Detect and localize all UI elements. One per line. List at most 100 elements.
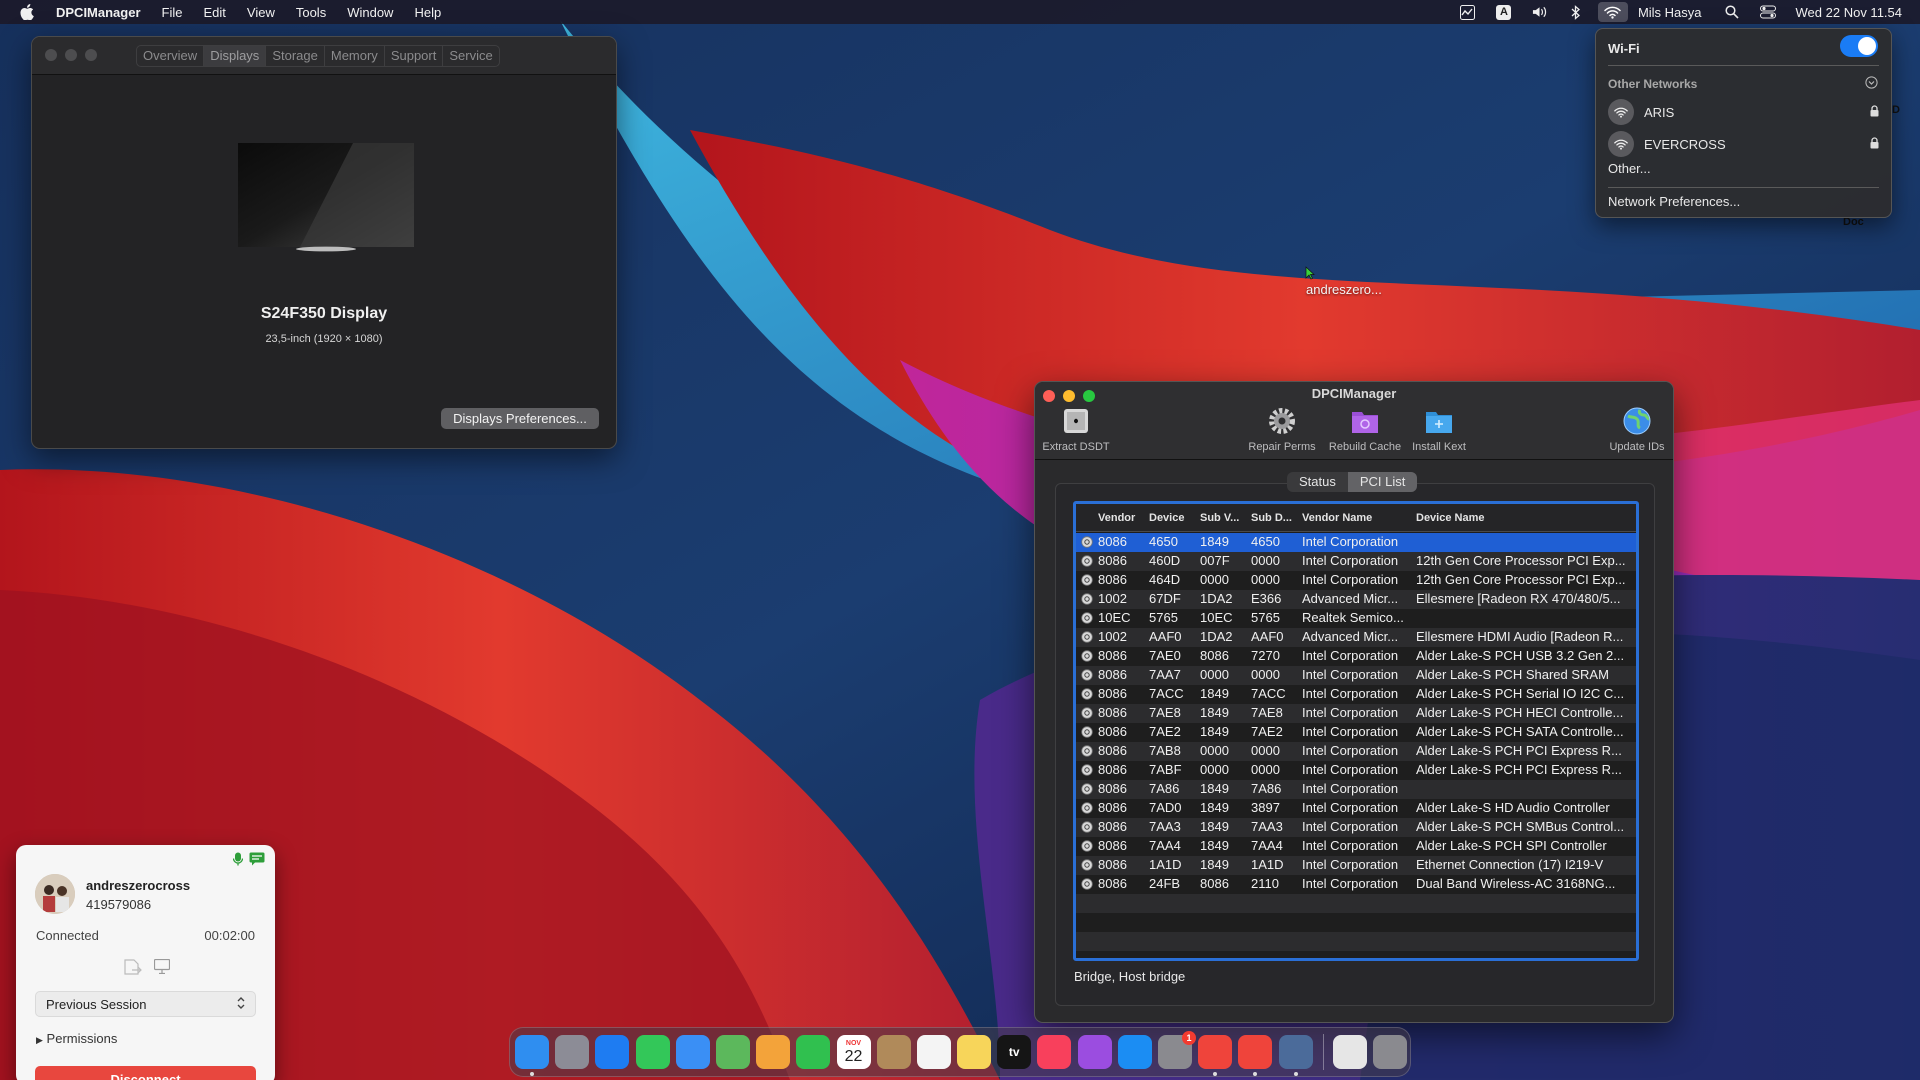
table-row[interactable]: 1002 67DF 1DA2 E366 Advanced Micr... Ellesmer… — [1076, 590, 1636, 609]
dock-icon-trash[interactable] — [1372, 1035, 1407, 1069]
column-header-device-name[interactable]: Device Name — [1416, 512, 1485, 524]
table-row[interactable]: 8086 7AE2 1849 7AE2 Intel Corporation Alder L… — [1076, 723, 1636, 742]
previous-session-select[interactable]: Previous Session — [35, 991, 256, 1017]
menu-edit[interactable]: Edit — [203, 5, 225, 20]
permissions-disclosure[interactable]: ▶ Permissions — [36, 1031, 117, 1046]
table-row[interactable]: 8086 7AA3 1849 7AA3 Intel Corporation Alder L… — [1076, 818, 1636, 837]
dock-icon-mail[interactable] — [675, 1035, 710, 1069]
install-kext-button[interactable]: Install Kext — [1407, 406, 1471, 453]
table-row[interactable]: 1002 AAF0 1DA2 AAF0 Advanced Micr... Ellesmer… — [1076, 628, 1636, 647]
dock-icon-photos[interactable] — [756, 1035, 791, 1069]
dock-icon-dpcimanager[interactable] — [1278, 1035, 1313, 1076]
menu-view[interactable]: View — [247, 5, 275, 20]
other-network-item[interactable]: Other... — [1608, 161, 1651, 176]
rebuild-cache-button[interactable]: Rebuild Cache — [1325, 406, 1405, 453]
table-row[interactable]: 8086 7AE0 8086 7270 Intel Corporation Alder L… — [1076, 647, 1636, 666]
close-button[interactable] — [45, 49, 57, 61]
dock-icon-safari[interactable] — [595, 1035, 630, 1069]
dock-icon-messages[interactable] — [635, 1035, 670, 1069]
dock-icon-notes[interactable] — [957, 1035, 992, 1069]
chat-icon[interactable] — [249, 852, 265, 871]
table-row[interactable]: 8086 7AB8 0000 0000 Intel Corporation Alder L… — [1076, 742, 1636, 761]
table-row[interactable]: 8086 7AA4 1849 7AA4 Intel Corporation Alder L… — [1076, 837, 1636, 856]
dock-icon-anydesk[interactable] — [1198, 1035, 1233, 1076]
displays-preferences-button[interactable]: Displays Preferences... — [441, 408, 599, 429]
table-row[interactable]: 8086 7ACC 1849 7ACC Intel Corporation Alder L… — [1076, 685, 1636, 704]
dock-icon-finder[interactable] — [515, 1035, 549, 1076]
zoom-button[interactable] — [85, 49, 97, 61]
wifi-toggle[interactable] — [1840, 35, 1878, 57]
file-transfer-icon[interactable] — [124, 959, 142, 980]
tab-overview[interactable]: Overview — [137, 46, 205, 66]
update-ids-button[interactable]: Update IDs — [1605, 406, 1669, 453]
spotlight-search-icon[interactable] — [1724, 4, 1740, 20]
column-header-sub-vendor[interactable]: Sub V... — [1200, 512, 1239, 524]
bluetooth-icon[interactable] — [1568, 4, 1584, 20]
table-row[interactable]: 8086 4650 1849 4650 Intel Corporation — [1076, 533, 1636, 552]
tab-support[interactable]: Support — [385, 46, 444, 66]
dock-icon-anydesk-session[interactable] — [1238, 1035, 1273, 1076]
microphone-icon[interactable] — [232, 852, 244, 871]
table-row[interactable]: 8086 7AE8 1849 7AE8 Intel Corporation Alder L… — [1076, 704, 1636, 723]
minimize-button[interactable] — [65, 49, 77, 61]
menu-clock[interactable]: Wed 22 Nov 11.54 — [1796, 5, 1902, 20]
apple-menu-icon[interactable] — [20, 4, 40, 20]
pci-device-table[interactable]: Vendor Device Sub V... Sub D... Vendor N… — [1073, 501, 1639, 961]
table-row[interactable]: 10EC 5765 10EC 5765 Realtek Semico... — [1076, 609, 1636, 628]
network-preferences-item[interactable]: Network Preferences... — [1608, 194, 1740, 209]
menu-window[interactable]: Window — [347, 5, 393, 20]
user-name-menu[interactable]: Mils Hasya — [1638, 5, 1702, 20]
dock-icon-podcasts[interactable] — [1077, 1035, 1112, 1069]
dock-icon-system-preferences[interactable]: 1 — [1158, 1031, 1196, 1069]
chevron-down-icon[interactable] — [1865, 76, 1878, 92]
cell-vendor: 8086 — [1098, 838, 1127, 853]
table-row[interactable]: 8086 7AD0 1849 3897 Intel Corporation Alder L… — [1076, 799, 1636, 818]
column-header-sub-device[interactable]: Sub D... — [1251, 512, 1292, 524]
cell-vendor: 8086 — [1098, 724, 1127, 739]
table-row[interactable]: 8086 464D 0000 0000 Intel Corporation 12th Ge… — [1076, 571, 1636, 590]
dock-icon-app-store[interactable] — [1117, 1035, 1152, 1069]
cell-vendor-name: Intel Corporation — [1302, 876, 1399, 891]
tab-displays[interactable]: Displays — [204, 46, 267, 66]
screen-icon[interactable] — [153, 958, 171, 980]
tab-pci-list[interactable]: PCI List — [1347, 472, 1418, 492]
column-header-vendor-name[interactable]: Vendor Name — [1302, 512, 1372, 524]
dock-icon-documents[interactable] — [1332, 1035, 1367, 1069]
desktop-item-label-d[interactable]: D — [1892, 104, 1900, 116]
tab-memory[interactable]: Memory — [325, 46, 385, 66]
disconnect-button[interactable]: Disconnect — [35, 1066, 256, 1080]
input-source-icon[interactable]: A — [1496, 4, 1512, 20]
volume-icon[interactable] — [1532, 4, 1548, 20]
dock-icon-tv[interactable]: tv — [997, 1035, 1032, 1069]
network-item-aris[interactable]: ARIS — [1596, 97, 1891, 127]
dock-icon-maps[interactable] — [715, 1035, 750, 1069]
dock-icon-calendar[interactable]: NOV 22 — [836, 1035, 871, 1069]
activity-graph-icon[interactable] — [1460, 4, 1476, 20]
dock-icon-reminders[interactable] — [916, 1035, 951, 1069]
table-row[interactable]: 8086 7A86 1849 7A86 Intel Corporation — [1076, 780, 1636, 799]
table-row[interactable]: 8086 460D 007F 0000 Intel Corporation 12th Ge… — [1076, 552, 1636, 571]
control-center-icon[interactable] — [1759, 4, 1776, 20]
table-row[interactable]: 8086 24FB 8086 2110 Intel Corporation Dual Ba… — [1076, 875, 1636, 894]
column-header-vendor[interactable]: Vendor — [1098, 512, 1135, 524]
extract-dsdt-button[interactable]: Extract DSDT — [1040, 406, 1112, 453]
dock-icon-launchpad[interactable] — [555, 1035, 590, 1069]
app-name-menu[interactable]: DPCIManager — [56, 5, 141, 20]
dock-icon-contacts[interactable] — [876, 1035, 911, 1069]
tab-storage[interactable]: Storage — [266, 46, 325, 66]
tab-service[interactable]: Service — [443, 46, 498, 66]
menu-file[interactable]: File — [162, 5, 183, 20]
repair-perms-button[interactable]: Repair Perms — [1246, 406, 1318, 453]
menu-help[interactable]: Help — [414, 5, 441, 20]
menu-tools[interactable]: Tools — [296, 5, 326, 20]
table-row[interactable]: 8086 1A1D 1849 1A1D Intel Corporation Etherne… — [1076, 856, 1636, 875]
dock-icon-facetime[interactable] — [796, 1035, 831, 1069]
dock-icon-music[interactable] — [1037, 1035, 1072, 1069]
table-row[interactable]: 8086 7ABF 0000 0000 Intel Corporation Alder L… — [1076, 761, 1636, 780]
desktop-item-label-andreszero[interactable]: andreszero... — [1306, 282, 1382, 297]
column-header-device[interactable]: Device — [1149, 512, 1184, 524]
network-item-evercross[interactable]: EVERCROSS — [1596, 129, 1891, 159]
tab-status[interactable]: Status — [1287, 472, 1348, 492]
table-row[interactable]: 8086 7AA7 0000 0000 Intel Corporation Alder L… — [1076, 666, 1636, 685]
wifi-menu-icon[interactable] — [1597, 2, 1628, 22]
